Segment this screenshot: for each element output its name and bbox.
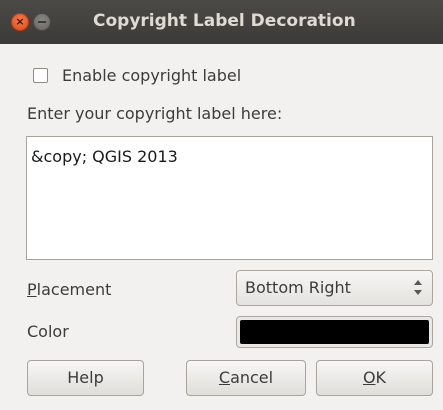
cancel-button[interactable]: Cancel [186,360,306,396]
ok-mnemonic: O [362,368,376,387]
arrow-down-icon [414,290,422,295]
enable-copyright-label[interactable]: Enable copyright label [62,66,241,85]
copyright-text-field[interactable]: &copy; QGIS 2013 [26,136,433,260]
enable-copyright-checkbox[interactable] [33,68,48,83]
copyright-prompt-label: Enter your copyright label here: [27,104,283,123]
placement-select[interactable]: Bottom Right [236,270,433,306]
ok-label-rest: K [375,368,387,387]
copyright-text-value[interactable]: &copy; QGIS 2013 [31,147,178,166]
help-button[interactable]: Help [27,360,144,396]
copyright-label-dialog: × Copyright Label Decoration Enable copy… [0,0,443,410]
color-swatch [240,320,429,344]
window-title: Copyright Label Decoration [93,11,356,31]
placement-label-rest: lacement [36,280,112,299]
color-label: Color [27,322,69,341]
ok-button[interactable]: OK [316,360,433,396]
arrow-up-icon [414,280,422,285]
minimize-icon[interactable] [33,13,51,31]
color-picker-button[interactable] [236,316,433,348]
cancel-label-rest: ancel [230,368,274,387]
minimize-bar [38,21,46,23]
title-bar[interactable]: × Copyright Label Decoration [0,0,443,44]
placement-mnemonic: P [27,280,37,299]
close-icon[interactable]: × [11,13,29,31]
placement-label: Placement [27,280,111,299]
placement-select-value: Bottom Right [245,278,351,297]
cancel-mnemonic: C [218,368,231,387]
up-down-arrows-icon [413,277,423,299]
